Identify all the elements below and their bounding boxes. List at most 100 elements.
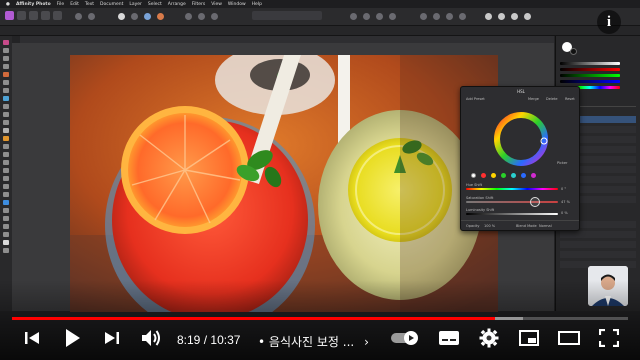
toolbar-icon[interactable] [88, 13, 95, 20]
blue-color-dot[interactable] [521, 173, 526, 178]
tool-icon[interactable] [3, 88, 9, 93]
toolbar-icon[interactable] [459, 13, 466, 20]
green-color-dot[interactable] [501, 173, 506, 178]
add-preset-button[interactable]: Add Preset [466, 97, 485, 101]
progress-bar[interactable] [12, 317, 628, 320]
toolbar-icon[interactable] [75, 13, 82, 20]
yellow-color-dot[interactable] [491, 173, 496, 178]
luminosity-shift-value[interactable]: 0 % [561, 211, 568, 215]
history-row[interactable] [560, 231, 636, 238]
menu-edit[interactable]: Edit [70, 2, 79, 7]
toolbar-icon[interactable] [446, 13, 453, 20]
export-persona-icon[interactable] [53, 11, 62, 20]
fullscreen-button[interactable] [596, 326, 622, 350]
tool-icon[interactable] [3, 224, 9, 229]
red-color-dot[interactable] [481, 173, 486, 178]
tool-icon[interactable] [3, 120, 9, 125]
tool-icon[interactable] [3, 80, 9, 85]
toolbar-icon[interactable] [498, 13, 505, 20]
toolbar-icon[interactable] [524, 13, 531, 20]
autoplay-toggle[interactable] [388, 326, 422, 350]
toolbar-icon[interactable] [511, 13, 518, 20]
tool-icon[interactable] [3, 152, 9, 157]
previous-button[interactable] [20, 326, 44, 350]
magenta-color-dot[interactable] [531, 173, 536, 178]
menu-select[interactable]: Select [148, 2, 162, 7]
secondary-color-well[interactable] [570, 48, 577, 55]
tool-icon[interactable] [3, 112, 9, 117]
tool-icon[interactable] [3, 248, 9, 253]
toolbar-icon[interactable] [211, 13, 218, 20]
toolbar-icon[interactable] [350, 13, 357, 20]
menu-view[interactable]: View [211, 2, 222, 7]
tool-icon[interactable] [3, 232, 9, 237]
next-button[interactable] [100, 326, 124, 350]
toolbar-icon[interactable] [420, 13, 427, 20]
saturation-shift-slider[interactable] [466, 201, 558, 203]
color-slider[interactable] [560, 74, 620, 77]
tool-icon[interactable] [3, 72, 9, 77]
luminosity-shift-slider[interactable] [466, 213, 558, 215]
cyan-color-dot[interactable] [511, 173, 516, 178]
history-row[interactable] [560, 251, 636, 258]
tool-icon[interactable] [3, 216, 9, 221]
color-slider[interactable] [560, 62, 620, 65]
tool-icon[interactable] [3, 240, 9, 245]
document-tab[interactable] [20, 36, 554, 43]
menu-filters[interactable]: Filters [192, 2, 206, 7]
delete-button[interactable]: Delete [546, 97, 558, 101]
info-button[interactable]: i [597, 10, 621, 34]
toolbar-icon[interactable] [389, 13, 396, 20]
hue-shift-slider[interactable] [466, 188, 558, 190]
tool-icon[interactable] [3, 144, 9, 149]
liquify-persona-icon[interactable] [17, 11, 26, 20]
volume-button[interactable] [138, 326, 164, 350]
menu-file[interactable]: File [57, 2, 65, 7]
play-button[interactable] [58, 324, 86, 352]
tool-icon[interactable] [3, 208, 9, 213]
color-slider[interactable] [560, 68, 620, 71]
photo-persona-icon[interactable] [5, 11, 14, 20]
picker-button[interactable]: Picker [557, 161, 567, 165]
toolbar-icon[interactable] [198, 13, 205, 20]
tool-icon[interactable] [3, 200, 9, 205]
opacity-value[interactable]: 100 % [484, 224, 495, 228]
toolbar-icon[interactable] [185, 13, 192, 20]
toolbar-icon[interactable] [363, 13, 370, 20]
toolbar-icon[interactable] [485, 13, 492, 20]
tool-icon[interactable] [3, 64, 9, 69]
tool-icon[interactable] [3, 136, 9, 141]
theater-mode-button[interactable] [556, 326, 582, 350]
toolbar-icon[interactable] [433, 13, 440, 20]
saturation-slider-handle[interactable] [530, 197, 540, 207]
menu-window[interactable]: Window [228, 2, 246, 7]
toolbar-icon[interactable] [157, 13, 164, 20]
develop-persona-icon[interactable] [29, 11, 38, 20]
menu-text[interactable]: Text [85, 2, 94, 7]
chapter-title-button[interactable]: • 음식사진 보정 ... › [258, 333, 369, 350]
hue-shift-value[interactable]: 0 ° [561, 187, 566, 191]
tool-icon[interactable] [3, 128, 9, 133]
menu-help[interactable]: Help [252, 2, 262, 7]
toolbar-icon[interactable] [118, 13, 125, 20]
menu-document[interactable]: Document [100, 2, 123, 7]
subtitles-button[interactable] [436, 326, 462, 350]
history-row[interactable] [560, 241, 636, 248]
tool-icon[interactable] [3, 96, 9, 101]
blend-mode-value[interactable]: Normal [539, 224, 552, 228]
tool-icon[interactable] [3, 48, 9, 53]
merge-button[interactable]: Merge [528, 97, 539, 101]
toolbar-icon[interactable] [131, 13, 138, 20]
tone-map-persona-icon[interactable] [41, 11, 50, 20]
menu-arrange[interactable]: Arrange [168, 2, 186, 7]
tool-icon[interactable] [3, 56, 9, 61]
toolbar-icon[interactable] [376, 13, 383, 20]
reset-button[interactable]: Reset [565, 97, 575, 101]
toolbar-icon[interactable] [144, 13, 151, 20]
miniplayer-button[interactable] [516, 326, 542, 350]
tool-icon[interactable] [3, 104, 9, 109]
color-slider[interactable] [560, 80, 620, 83]
document-selector[interactable] [252, 11, 322, 20]
menu-layer[interactable]: Layer [129, 2, 142, 7]
tool-icon[interactable] [3, 40, 9, 45]
